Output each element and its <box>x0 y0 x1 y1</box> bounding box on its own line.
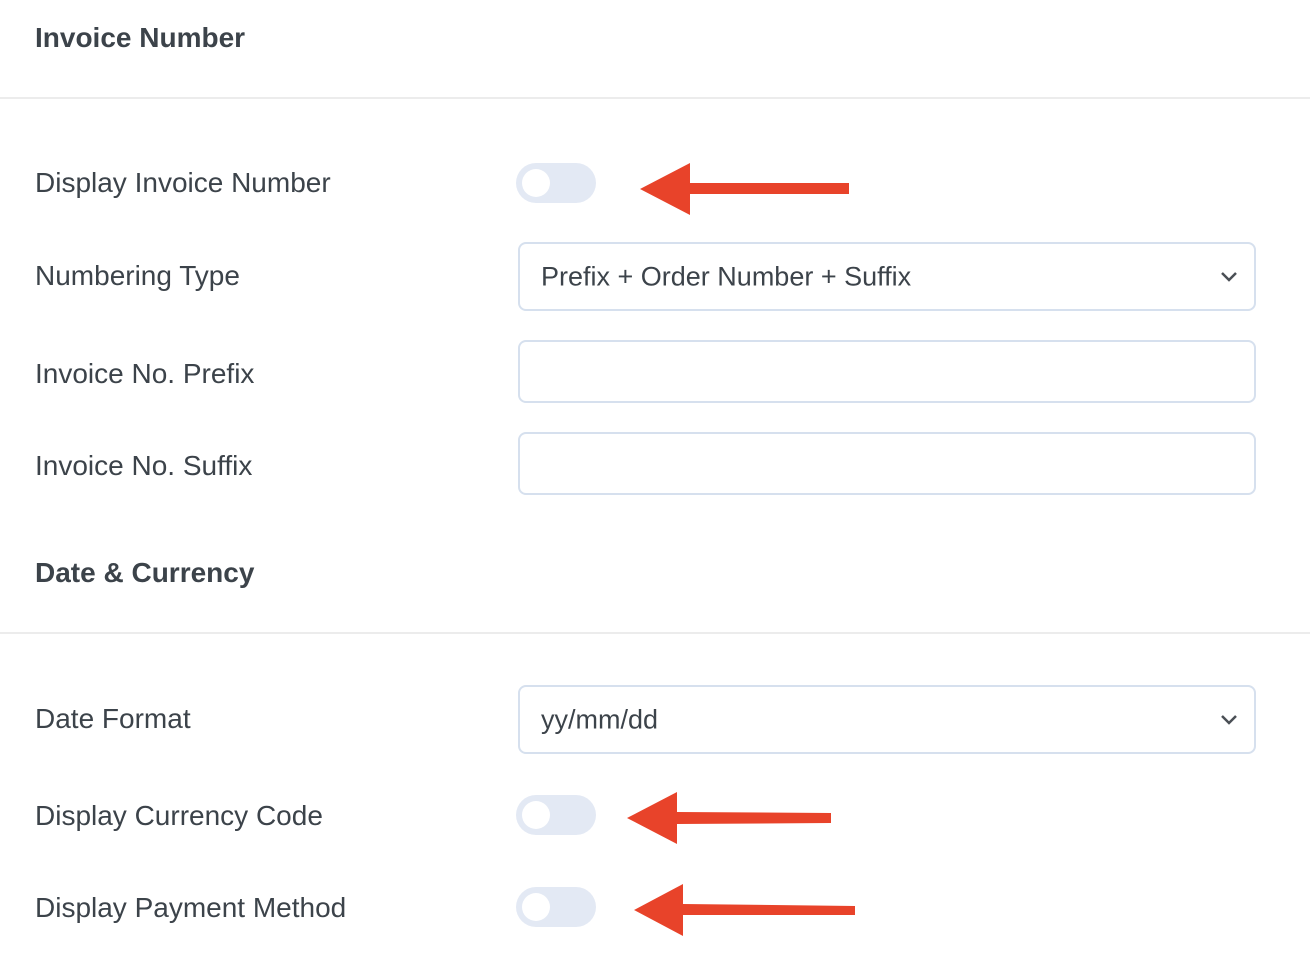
numbering-type-value: Prefix + Order Number + Suffix <box>541 261 912 291</box>
section-title-invoice-number: Invoice Number <box>35 22 246 53</box>
arrow-shape <box>640 163 849 215</box>
annotation-arrow <box>640 163 849 215</box>
date-format-value: yy/mm/dd <box>541 704 659 734</box>
chevron-down-icon <box>1221 714 1237 725</box>
display-payment-method-label: Display Payment Method <box>35 892 347 923</box>
numbering-type-label: Numbering Type <box>35 260 240 291</box>
display-currency-code-label: Display Currency Code <box>35 800 323 831</box>
invoice-prefix-input[interactable] <box>520 342 1254 401</box>
section-divider <box>0 97 1310 99</box>
toggle-knob <box>522 801 550 829</box>
date-format-label: Date Format <box>35 703 191 734</box>
annotation-arrow <box>634 884 855 936</box>
invoice-prefix-label: Invoice No. Prefix <box>35 358 255 389</box>
invoice-prefix-field-wrap <box>518 340 1256 403</box>
arrow-shape <box>634 884 855 936</box>
display-currency-code-toggle[interactable] <box>516 795 596 835</box>
invoice-suffix-label: Invoice No. Suffix <box>35 450 253 481</box>
section-divider <box>0 632 1310 634</box>
arrow-shape <box>627 792 831 844</box>
invoice-suffix-field-wrap <box>518 432 1256 495</box>
display-invoice-number-label: Display Invoice Number <box>35 167 331 198</box>
display-payment-method-toggle[interactable] <box>516 887 596 927</box>
toggle-knob <box>522 169 550 197</box>
display-invoice-number-toggle[interactable] <box>516 163 596 203</box>
chevron-down-icon <box>1221 271 1237 282</box>
section-title-date-currency: Date & Currency <box>35 557 255 588</box>
invoice-suffix-input[interactable] <box>520 434 1254 493</box>
date-format-select[interactable]: yy/mm/dd <box>518 685 1256 754</box>
annotation-arrow <box>627 792 831 844</box>
numbering-type-select[interactable]: Prefix + Order Number + Suffix <box>518 242 1256 311</box>
toggle-knob <box>522 893 550 921</box>
